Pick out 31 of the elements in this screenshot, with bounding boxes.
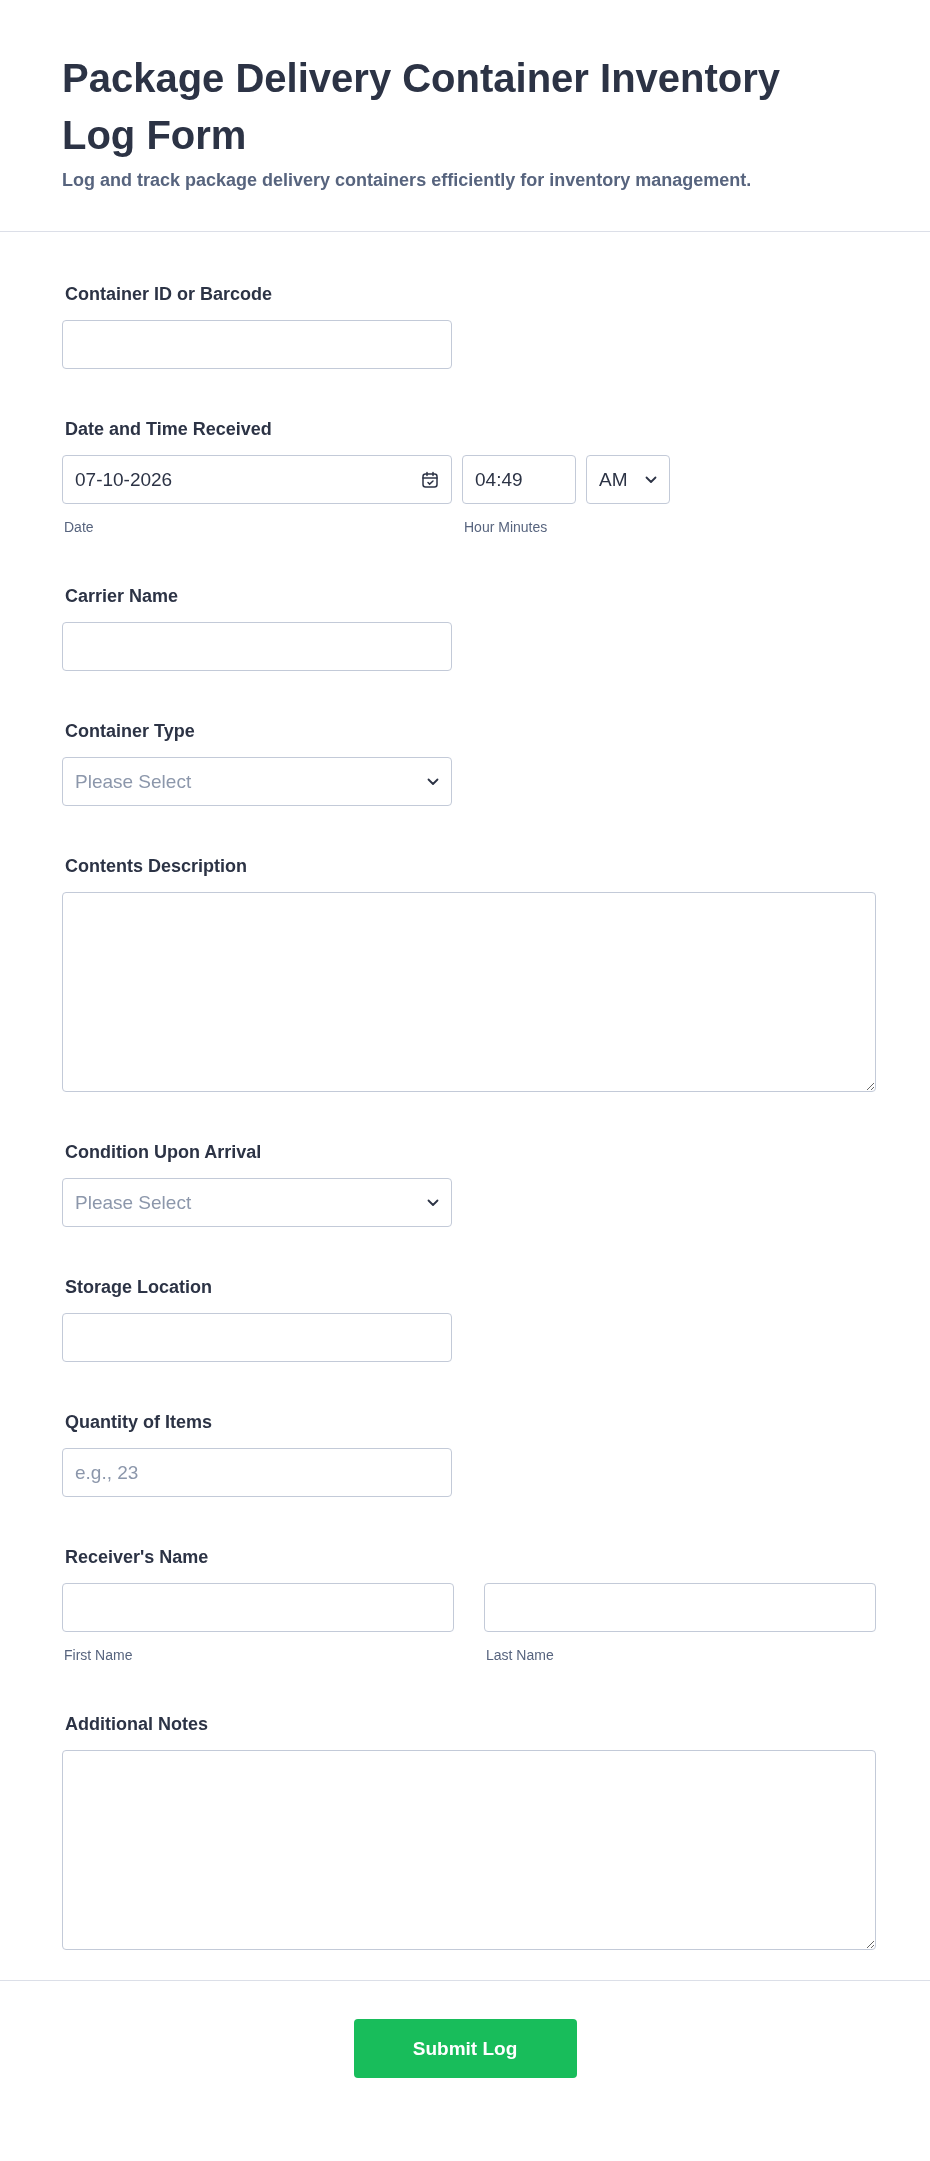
last-name-field[interactable] [484,1583,876,1632]
field-label: Storage Location [65,1276,213,1299]
date-field[interactable]: 07-10-2026 [62,455,452,504]
field-label: Receiver's Name [65,1546,210,1569]
last-name-sublabel: Last Name [485,1646,555,1664]
field-label: Additional Notes [65,1713,209,1736]
first-name-sublabel: First Name [63,1646,134,1664]
first-name-field[interactable] [62,1583,454,1632]
form-description: Log and track package delivery containers efficiently for inventory management. [62,170,753,191]
time-field[interactable]: 04:49 [462,455,576,504]
calendar-icon [421,470,439,489]
field-label: Contents Description [65,855,248,878]
field-label: Carrier Name [65,585,180,608]
chevron-icon [427,777,439,786]
field-label: Quantity of Items [65,1411,213,1434]
text-area[interactable] [62,1750,876,1950]
date-sublabel: Date [63,518,95,536]
text-field[interactable]: e.g., 23 [62,1448,452,1497]
chevron-icon [645,475,657,484]
field-label: Container Type [65,720,196,743]
text-field[interactable] [62,320,452,369]
text-field[interactable] [62,1313,452,1362]
chevron-icon [427,1198,439,1207]
field-label: Container ID or Barcode [65,283,274,306]
ampm-dropdown[interactable]: AM [586,455,670,504]
form-title: Package Delivery Container Inventory Log Form [62,55,782,159]
text-field[interactable] [62,622,452,671]
text-area[interactable] [62,892,876,1092]
field-label: Date and Time Received [65,418,273,441]
time-sublabel: Hour Minutes [463,518,549,536]
field-label: Condition Upon Arrival [65,1141,263,1164]
